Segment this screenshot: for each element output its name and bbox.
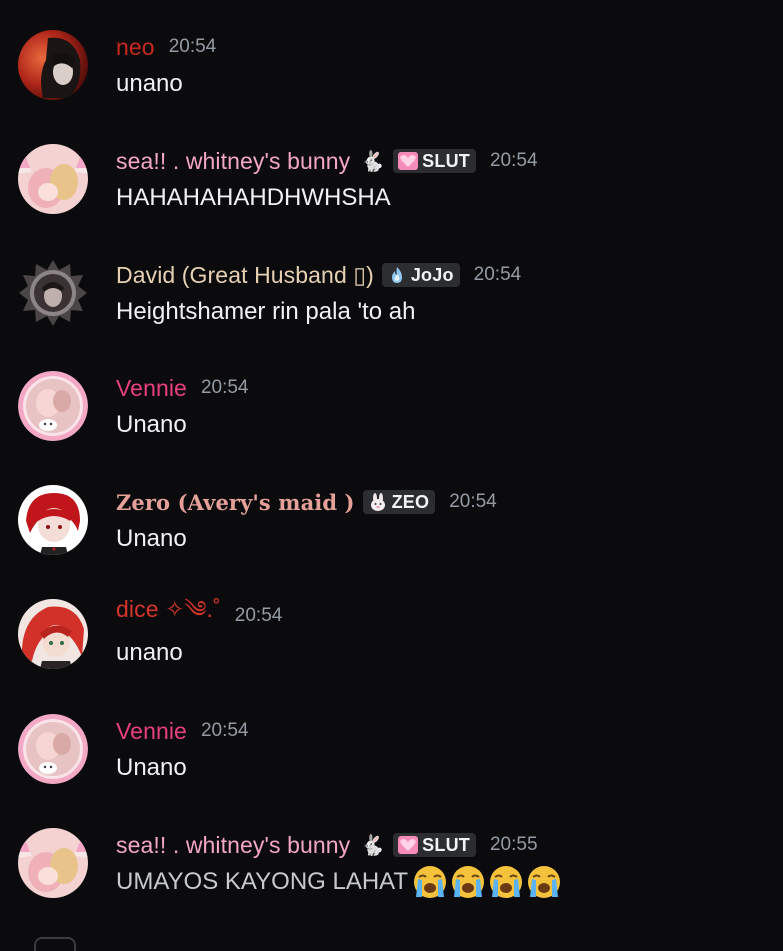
avatar[interactable] (18, 599, 88, 669)
message-content: UMAYOS KAYONG LAHAT (116, 864, 564, 900)
loudly-crying-face-icon (488, 864, 524, 900)
bunny-emoji-icon: 🐇 (360, 834, 386, 857)
message-item: sea!! . whitney's bunny 🐇 SLUT 20:54 HAH… (0, 130, 783, 230)
avatar[interactable] (18, 714, 88, 784)
message-header: Zero (Avery's maid ) ZEO 20:54 (116, 487, 497, 517)
bunny-emoji-icon: 🐇 (360, 150, 386, 173)
loudly-crying-face-icon (526, 864, 562, 900)
author-name[interactable]: neo (116, 34, 155, 61)
bunny-icon (368, 493, 388, 511)
pink-heart-icon (398, 152, 418, 170)
message-item: sea!! . whitney's bunny 🐇 SLUT 20:55 UMA… (0, 814, 783, 914)
author-name[interactable]: sea!! . whitney's bunny (116, 148, 350, 175)
timestamp: 20:54 (449, 491, 497, 512)
loudly-crying-face-icon (412, 864, 448, 900)
message-header: Vennie 20:54 (116, 373, 249, 403)
message-item: Zero (Avery's maid ) ZEO 20:54 Unano (0, 471, 783, 571)
avatar[interactable] (18, 485, 88, 555)
message-header: neo 20:54 (116, 32, 216, 62)
message-header: David (Great Husband ▯) JoJo 20:54 (116, 260, 521, 290)
blue-flame-icon (387, 266, 407, 284)
pink-heart-icon (398, 836, 418, 854)
author-name[interactable]: David (Great Husband ▯) (116, 262, 374, 289)
message-header: Vennie 20:54 (116, 716, 249, 746)
timestamp: 20:54 (168, 36, 217, 57)
role-tag[interactable]: SLUT (393, 149, 476, 173)
message-item: dice ✧༄.˚ 20:54 unano (0, 585, 783, 685)
message-item: Vennie 20:54 Unano (0, 700, 783, 800)
message-item: David (Great Husband ▯) JoJo 20:54 Heigh… (0, 244, 783, 344)
message-header: sea!! . whitney's bunny 🐇 SLUT 20:55 (116, 830, 538, 860)
message-content: Unano (116, 754, 187, 781)
timestamp: 20:54 (234, 605, 283, 626)
role-tag[interactable]: ZEO (362, 490, 436, 514)
message-content: Unano (116, 525, 187, 552)
role-tag-label: SLUT (422, 150, 470, 171)
timestamp: 20:54 (473, 264, 522, 285)
author-name[interactable]: Vennie (116, 718, 187, 745)
avatar[interactable] (18, 371, 88, 441)
author-name[interactable]: Vennie (116, 375, 187, 402)
message-content: unano (116, 70, 183, 97)
message-item: neo 20:54 unano (0, 16, 783, 116)
author-name[interactable]: Zero (Avery's maid ) (116, 490, 355, 515)
role-tag[interactable]: JoJo (381, 263, 460, 287)
next-message-avatar-edge (34, 937, 76, 951)
message-content: unano (116, 639, 183, 666)
avatar[interactable] (18, 144, 88, 214)
author-name[interactable]: sea!! . whitney's bunny (116, 832, 350, 859)
message-header: sea!! . whitney's bunny 🐇 SLUT 20:54 (116, 146, 538, 176)
message-text: UMAYOS KAYONG LAHAT (116, 868, 409, 895)
message-header: dice ✧༄.˚ 20:54 (116, 596, 283, 631)
message-content: HAHAHAHAHDHWHSHA (116, 184, 391, 211)
loudly-crying-face-icon (450, 864, 486, 900)
message-content: Unano (116, 411, 187, 438)
role-tag-label: SLUT (422, 834, 470, 855)
avatar[interactable] (18, 258, 88, 328)
timestamp: 20:54 (489, 150, 538, 171)
avatar[interactable] (18, 30, 88, 100)
timestamp: 20:54 (200, 720, 249, 741)
emoji-row (412, 864, 564, 900)
role-tag-label: JoJo (410, 264, 454, 285)
message-content: Heightshamer rin pala 'to ah (116, 298, 416, 325)
avatar[interactable] (18, 828, 88, 898)
timestamp: 20:54 (200, 377, 249, 398)
role-tag[interactable]: SLUT (393, 833, 476, 857)
timestamp: 20:55 (489, 834, 538, 855)
message-item: Vennie 20:54 Unano (0, 357, 783, 457)
role-tag-label: ZEO (391, 491, 430, 512)
